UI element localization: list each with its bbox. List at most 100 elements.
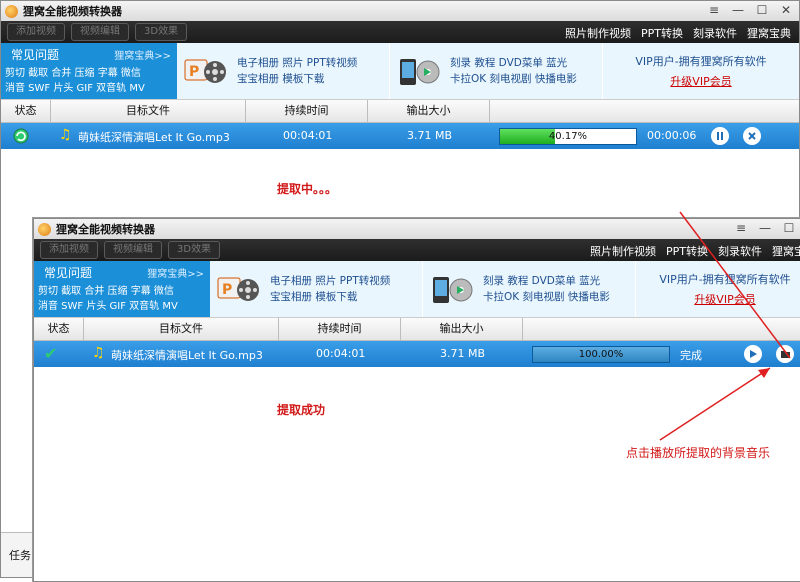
link-burn-software[interactable]: 刻录软件 [693,25,737,41]
add-video-button[interactable]: 添加视频 [7,23,65,41]
upgrade-vip-link[interactable]: 升级VIP会员 [694,291,755,307]
table-header: 状态 目标文件 持续时间 输出大小 [34,318,800,341]
row-duration: 00:04:01 [316,347,366,360]
app-title: 狸窝全能视频转换器 [56,223,155,236]
table-row[interactable]: ✔ ♫ 萌妹纸深情演唱Let It Go.mp3 00:04:01 3.71 M… [34,341,800,367]
feature-dvd[interactable]: 刻录 教程 DVD菜单 蓝光 卡拉OK 刻电视剧 快播电影 [423,261,636,317]
time-remaining: 00:00:06 [647,129,697,142]
faq-panel: 常见问题 狸窝宝典>> 剪切 截取 合并 压缩 字幕 微信 消音 SWF 片头 … [34,261,210,317]
annotation-text: 点击播放所提取的背景音乐 [626,446,771,460]
feature1-line2: 宝宝相册 模板下载 [270,291,358,303]
vip-panel: VIP用户-拥有狸窝所有软件 升级VIP会员 [636,261,800,317]
link-ppt-convert[interactable]: PPT转换 [666,243,708,259]
row-duration: 00:04:01 [283,129,333,142]
music-note-icon: ♫ [92,345,105,361]
progress-text: 40.17% [548,131,588,142]
feature1-line2: 宝宝相册 模板下载 [237,73,325,85]
progress-text: 100.00% [578,349,624,360]
toolbar: 添加视频 视频编辑 3D效果 照片制作视频 PPT转换 刻录软件 狸窝宝典 [1,21,799,43]
phone-dvd-icon [400,59,440,85]
col-target-file[interactable]: 目标文件 [51,100,246,122]
check-icon: ✔ [44,344,58,363]
feature-photo-album[interactable]: P 电子相册 照片 PPT转视频 宝宝相册 模板下载 [177,43,390,99]
progress-bar: 40.17% [499,128,637,145]
faq-links-line1[interactable]: 剪切 截取 合并 压缩 字幕 微信 [5,66,173,81]
feature1-line1: 电子相册 照片 PPT转视频 [237,57,358,69]
link-photo-video[interactable]: 照片制作视频 [590,243,656,259]
upgrade-vip-link[interactable]: 升级VIP会员 [670,73,731,89]
faq-panel: 常见问题 狸窝宝典>> 剪切 截取 合并 压缩 字幕 微信 消音 SWF 片头 … [1,43,177,99]
link-ppt-convert[interactable]: PPT转换 [641,25,683,41]
faq-more-link[interactable]: 狸窝宝典>> [147,265,204,280]
toolbar: 添加视频 视频编辑 3D效果 照片制作视频 PPT转换 刻录软件 狸窝宝典 [34,239,800,261]
menu-icon[interactable]: ≡ [707,3,721,17]
music-note-icon: ♫ [59,127,72,143]
close-icon[interactable]: ✕ [779,3,793,17]
edit-video-button[interactable]: 视频编辑 [71,23,129,41]
pause-icon [717,132,723,140]
open-folder-button[interactable] [776,345,794,363]
task-bar: 任务 [1,532,34,577]
progress-bar: 100.00% [532,346,670,363]
folder-icon [780,351,790,358]
task-label: 任务 [9,549,31,562]
link-liwo-guide[interactable]: 狸窝宝典 [747,25,791,41]
second-window: 狸窝全能视频转换器 ≡ — ☐ 添加视频 视频编辑 3D效果 照片制作视频 PP… [33,218,800,582]
row-filename: 萌妹纸深情演唱Let It Go.mp3 [78,131,230,144]
vip-text: VIP用户-拥有狸窝所有软件 [659,273,791,286]
done-label: 完成 [680,349,702,362]
row-size: 3.71 MB [407,129,453,142]
col-status[interactable]: 状态 [1,100,51,122]
title-bar: 狸窝全能视频转换器 ≡ — ☐ [34,219,800,239]
col-duration[interactable]: 持续时间 [246,100,368,122]
feature1-line1: 电子相册 照片 PPT转视频 [270,275,391,287]
pause-button[interactable] [711,127,729,145]
minimize-icon[interactable]: — [731,3,745,17]
feature-photo-album[interactable]: P 电子相册 照片 PPT转视频 宝宝相册 模板下载 [210,261,423,317]
minimize-icon[interactable]: — [758,221,772,235]
faq-links-line1[interactable]: 剪切 截取 合并 压缩 字幕 微信 [38,284,206,299]
play-button[interactable] [744,345,762,363]
feature2-line1: 刻录 教程 DVD菜单 蓝光 [450,57,568,69]
play-icon [750,350,757,358]
feature-dvd[interactable]: 刻录 教程 DVD菜单 蓝光 卡拉OK 刻电视剧 快播电影 [390,43,603,99]
close-icon [748,132,756,140]
row-size: 3.71 MB [440,347,486,360]
link-liwo-guide[interactable]: 狸窝宝典 [772,243,800,259]
col-progress [523,318,800,340]
ppt-film-icon: P [184,59,226,83]
app-title: 狸窝全能视频转换器 [23,5,122,18]
col-output-size[interactable]: 输出大小 [401,318,523,340]
feature2-line1: 刻录 教程 DVD菜单 蓝光 [483,275,601,287]
vip-text: VIP用户-拥有狸窝所有软件 [635,55,767,68]
title-bar: 狸窝全能视频转换器 ≡ — ☐ ✕ [1,1,799,21]
edit-video-button[interactable]: 视频编辑 [104,241,162,259]
feature2-line2: 卡拉OK 刻电视剧 快播电影 [483,291,610,303]
menu-icon[interactable]: ≡ [734,221,748,235]
3d-effect-button[interactable]: 3D效果 [168,241,221,259]
maximize-icon[interactable]: ☐ [755,3,769,17]
col-target-file[interactable]: 目标文件 [84,318,279,340]
col-duration[interactable]: 持续时间 [279,318,401,340]
svg-text:P: P [189,64,199,80]
converting-status-icon [13,128,29,147]
col-progress [490,100,799,122]
promo-bar: 常见问题 狸窝宝典>> 剪切 截取 合并 压缩 字幕 微信 消音 SWF 片头 … [34,261,800,318]
svg-text:P: P [222,282,232,298]
ppt-film-icon: P [217,277,259,301]
maximize-icon[interactable]: ☐ [782,221,796,235]
table-header: 状态 目标文件 持续时间 输出大小 [1,100,799,123]
feature2-line2: 卡拉OK 刻电视剧 快播电影 [450,73,577,85]
link-burn-software[interactable]: 刻录软件 [718,243,762,259]
cancel-button[interactable] [743,127,761,145]
table-row[interactable]: ♫ 萌妹纸深情演唱Let It Go.mp3 00:04:01 3.71 MB … [1,123,799,149]
3d-effect-button[interactable]: 3D效果 [135,23,188,41]
col-output-size[interactable]: 输出大小 [368,100,490,122]
faq-links-line2[interactable]: 消音 SWF 片头 GIF 双音轨 MV [5,81,173,96]
add-video-button[interactable]: 添加视频 [40,241,98,259]
col-status[interactable]: 状态 [34,318,84,340]
faq-links-line2[interactable]: 消音 SWF 片头 GIF 双音轨 MV [38,299,206,314]
vip-panel: VIP用户-拥有狸窝所有软件 升级VIP会员 [603,43,799,99]
faq-more-link[interactable]: 狸窝宝典>> [114,47,171,62]
link-photo-video[interactable]: 照片制作视频 [565,25,631,41]
